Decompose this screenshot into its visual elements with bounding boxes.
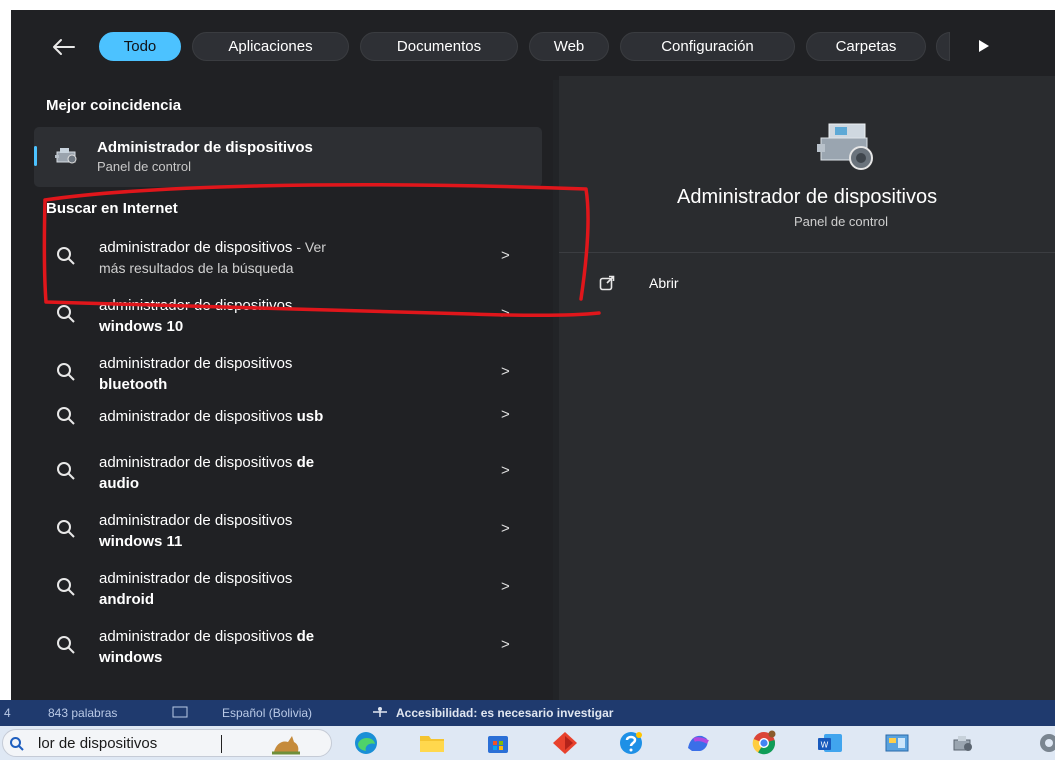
- copilot-icon[interactable]: [684, 730, 712, 756]
- word-count[interactable]: 843 palabras: [48, 706, 117, 720]
- control-panel-icon[interactable]: [883, 730, 911, 756]
- search-window: Todo Aplicaciones Documentos Web Configu…: [11, 10, 1055, 752]
- file-explorer-icon[interactable]: [418, 730, 446, 756]
- taskbar-search-text: lor de dispositivos: [38, 735, 158, 752]
- taskbar-search-box[interactable]: lor de dispositivos: [2, 729, 332, 757]
- edge-icon[interactable]: [352, 730, 380, 756]
- settings-icon[interactable]: [1035, 730, 1055, 756]
- word-icon[interactable]: W: [816, 730, 844, 756]
- red-annotation-box: [42, 182, 601, 318]
- store-icon[interactable]: [484, 730, 512, 756]
- svg-text:W: W: [821, 741, 829, 750]
- page-number: 4: [4, 706, 11, 720]
- accessibility-status[interactable]: Accesibilidad: es necesario investigar: [396, 706, 613, 720]
- search-highlight-icon: [272, 736, 300, 755]
- word-status-bar: 4 843 palabras Español (Bolivia) Accesib…: [0, 700, 1055, 726]
- proofing-glyph-icon: [172, 706, 188, 718]
- device-manager-icon[interactable]: [949, 730, 977, 756]
- accessibility-glyph-icon: [373, 707, 387, 717]
- office-icon[interactable]: [551, 730, 579, 756]
- language-status[interactable]: Español (Bolivia): [222, 706, 312, 720]
- taskbar: lor de dispositivos W: [0, 726, 1055, 760]
- chrome-icon[interactable]: [750, 730, 778, 756]
- proofing-icon[interactable]: [172, 706, 188, 721]
- text-cursor: [221, 735, 222, 753]
- search-icon: [10, 737, 24, 751]
- help-icon[interactable]: [617, 730, 645, 756]
- accessibility-icon: [370, 706, 390, 721]
